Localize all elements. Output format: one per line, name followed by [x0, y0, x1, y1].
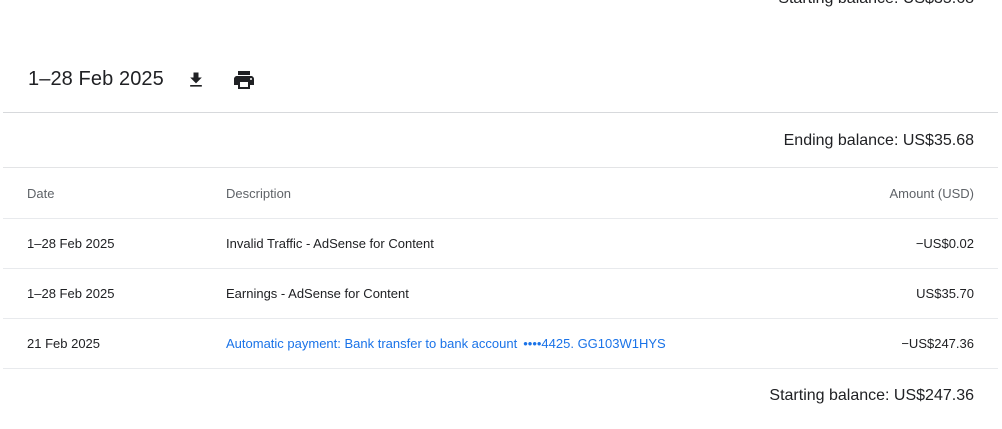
starting-balance: Starting balance: US$247.36: [769, 387, 974, 404]
row-amount: −US$0.02: [915, 236, 974, 251]
transactions-table: Date Description Amount (USD) 1–28 Feb 2…: [3, 168, 998, 369]
column-header-amount: Amount (USD): [889, 186, 974, 201]
row-date: 1–28 Feb 2025: [27, 236, 115, 251]
row-date: 21 Feb 2025: [27, 336, 101, 351]
table-header: Date Description Amount (USD): [3, 168, 998, 219]
row-amount: −US$247.36: [901, 336, 974, 351]
row-amount: US$35.70: [916, 286, 974, 301]
print-button[interactable]: [230, 66, 258, 94]
period-header: 1–28 Feb 2025: [0, 48, 1002, 112]
table-row: 1–28 Feb 2025 Earnings - AdSense for Con…: [3, 269, 998, 319]
payment-description: Automatic payment: Bank transfer to bank…: [226, 336, 518, 351]
previous-starting-balance: Starting balance: US$35.68: [778, 0, 974, 8]
row-description: Earnings - AdSense for Content: [226, 286, 409, 301]
table-row: 21 Feb 2025 Automatic payment: Bank tran…: [3, 319, 998, 369]
period-title: 1–28 Feb 2025: [28, 68, 164, 90]
download-icon: [190, 72, 202, 87]
ending-balance-row: Ending balance: US$35.68: [3, 113, 998, 168]
column-header-date: Date: [27, 186, 55, 201]
ending-balance: Ending balance: US$35.68: [783, 132, 974, 149]
download-button[interactable]: [182, 66, 210, 94]
payment-details-link[interactable]: Automatic payment: Bank transfer to bank…: [226, 336, 666, 351]
print-icon: [234, 71, 254, 89]
bank-account-number: ••••4425. GG103W1HYS: [523, 336, 666, 351]
column-header-description: Description: [226, 186, 292, 201]
row-description: Invalid Traffic - AdSense for Content: [226, 236, 434, 251]
table-row: 1–28 Feb 2025 Invalid Traffic - AdSense …: [3, 219, 998, 269]
row-date: 1–28 Feb 2025: [27, 286, 115, 301]
payments-transactions-page: Starting balance: US$35.68 1–28 Feb 2025…: [0, 0, 1002, 429]
